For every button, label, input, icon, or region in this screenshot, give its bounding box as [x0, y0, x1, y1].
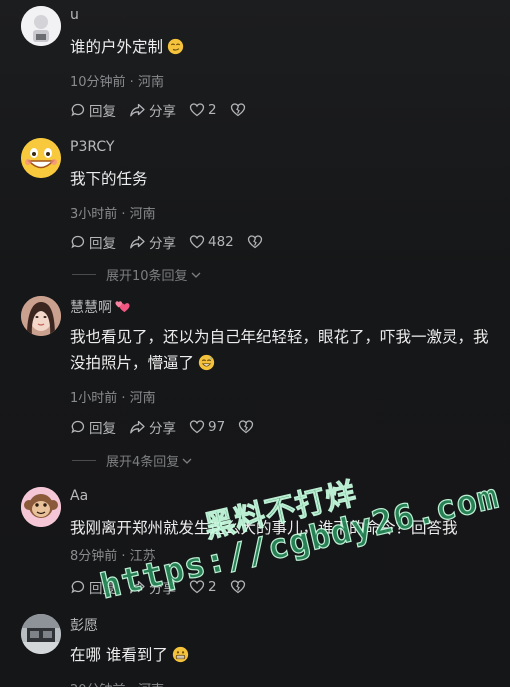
comment-text: 谁的户外定制	[70, 34, 184, 60]
share-label: 分享	[149, 421, 176, 437]
username[interactable]: Aa	[70, 488, 88, 504]
share-label: 分享	[149, 236, 176, 252]
share-button[interactable]: 分享	[129, 100, 176, 120]
chevron-down-icon	[182, 458, 192, 464]
reply-icon	[71, 420, 85, 434]
heart-icon	[189, 235, 205, 249]
like-count: 97	[208, 419, 226, 435]
username[interactable]: 彭愿	[70, 615, 98, 635]
reply-button[interactable]: 回复	[70, 417, 116, 437]
avatar-photo	[21, 614, 61, 654]
comment-text-line: 我也看见了，还以为自己年纪轻轻，眼花了，吓我一激灵，我	[70, 328, 489, 346]
like-count: 2	[208, 579, 217, 595]
dislike-button[interactable]	[247, 234, 266, 250]
broken-heart-icon	[230, 103, 245, 117]
comment-actions: 回复 分享 482	[70, 231, 279, 253]
smirk-emoji-icon	[167, 38, 184, 55]
broken-heart-icon	[230, 580, 245, 594]
expand-replies-button[interactable]: 展开10条回复	[72, 265, 202, 284]
comment-text: 我下的任务	[70, 170, 148, 188]
share-button[interactable]: 分享	[129, 577, 176, 597]
grinning-face-avatar	[21, 138, 61, 178]
reply-icon	[71, 103, 85, 117]
share-label: 分享	[149, 104, 176, 120]
comment-text-body: 谁的户外定制	[70, 38, 164, 56]
share-icon	[130, 580, 145, 594]
like-count: 2	[208, 102, 217, 118]
comment-meta: 3小时前 · 河南	[70, 207, 156, 222]
share-button[interactable]: 分享	[129, 232, 176, 252]
comment-text: 我也看见了，还以为自己年纪轻轻，眼花了，吓我一激灵，我 没拍照片，懵逼了	[70, 324, 489, 376]
avatar[interactable]	[21, 487, 61, 527]
avatar-photo	[21, 296, 61, 336]
broken-heart-icon	[247, 235, 262, 249]
comment-text-line: 没拍照片，懵逼了	[70, 350, 489, 376]
heart-icon	[189, 103, 205, 117]
dislike-button[interactable]	[230, 102, 249, 118]
divider	[72, 274, 96, 275]
expand-replies-label: 展开10条回复	[106, 269, 188, 284]
dislike-button[interactable]	[238, 419, 257, 435]
expand-replies-button[interactable]: 展开4条回复	[72, 451, 193, 470]
share-icon	[130, 235, 145, 249]
chevron-down-icon	[191, 272, 201, 278]
like-button[interactable]: 97	[189, 419, 225, 435]
expand-replies-label: 展开4条回复	[106, 455, 180, 470]
heart-icon	[189, 420, 205, 434]
sweat-smile-emoji-icon	[198, 354, 215, 371]
reply-icon	[71, 580, 85, 594]
grimace-emoji-icon	[172, 646, 189, 663]
comment-text: 在哪 谁看到了	[70, 642, 189, 668]
comment-meta: 8分钟前 · 江苏	[70, 549, 156, 564]
reply-icon	[71, 235, 85, 249]
heart-icon	[189, 580, 205, 594]
avatar[interactable]	[21, 296, 61, 336]
share-button[interactable]: 分享	[129, 417, 176, 437]
monkey-avatar	[21, 487, 61, 527]
comment-text-body: 在哪 谁看到了	[70, 646, 168, 664]
comment-text-body: 没拍照片，懵逼了	[70, 354, 195, 372]
comment-actions: 回复 分享 2	[70, 99, 262, 121]
username[interactable]: 慧慧啊	[70, 297, 131, 317]
avatar-image	[21, 6, 61, 46]
like-button[interactable]: 2	[189, 579, 217, 595]
comment-text: 我刚离开郑州就发生这么大的事儿，谁下的命令？回答我	[70, 519, 458, 537]
comment-actions: 回复 分享 97	[70, 416, 270, 438]
reply-button[interactable]: 回复	[70, 232, 116, 252]
comment-meta: 1小时前 · 河南	[70, 391, 156, 406]
comment-actions: 回复 分享 2	[70, 576, 262, 598]
like-button[interactable]: 482	[189, 234, 234, 250]
share-icon	[130, 420, 145, 434]
divider	[72, 460, 96, 461]
dislike-button[interactable]	[230, 579, 249, 595]
username-text: 慧慧啊	[70, 300, 112, 316]
like-count: 482	[208, 234, 234, 250]
avatar[interactable]	[21, 138, 61, 178]
broken-heart-icon	[239, 420, 254, 434]
avatar[interactable]	[21, 6, 61, 46]
share-icon	[130, 103, 145, 117]
username[interactable]: u	[70, 7, 79, 23]
reply-label: 回复	[89, 581, 116, 597]
reply-label: 回复	[89, 421, 116, 437]
share-label: 分享	[149, 581, 176, 597]
reply-button[interactable]: 回复	[70, 100, 116, 120]
reply-label: 回复	[89, 104, 116, 120]
reply-button[interactable]: 回复	[70, 577, 116, 597]
hearts-emoji-icon	[115, 301, 130, 313]
comment-meta: 10分钟前 · 河南	[70, 75, 164, 90]
username[interactable]: P3RCY	[70, 139, 114, 155]
comment-meta: 20分钟前 · 河南	[70, 679, 164, 687]
avatar[interactable]	[21, 614, 61, 654]
reply-label: 回复	[89, 236, 116, 252]
like-button[interactable]: 2	[189, 102, 217, 118]
comment-list: u 谁的户外定制 10分钟前 · 河南 回复 分享 2 P3RCY 我下的任务 …	[0, 0, 510, 687]
